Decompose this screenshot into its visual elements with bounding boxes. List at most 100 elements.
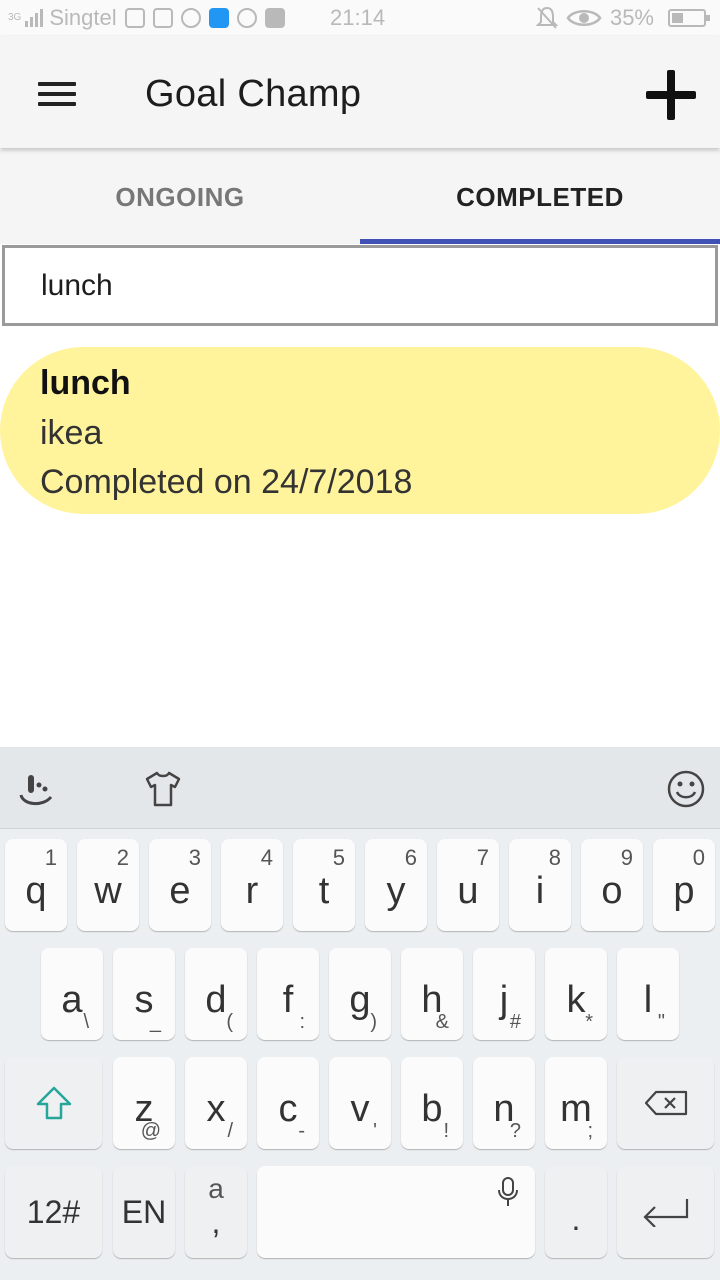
key-label: g xyxy=(349,979,371,1021)
goal-card[interactable]: lunch ikea Completed on 24/7/2018 xyxy=(0,347,720,514)
key-u[interactable]: u7 xyxy=(437,839,499,931)
key-secondary: 9 xyxy=(620,845,633,870)
enter-key[interactable] xyxy=(617,1166,714,1258)
key-label: r xyxy=(245,870,259,912)
goal-place: ikea xyxy=(40,414,103,452)
enter-icon xyxy=(643,1199,689,1227)
symbols-key[interactable]: 12# xyxy=(5,1166,102,1258)
key-secondary: 0 xyxy=(692,845,705,870)
key-secondary: / xyxy=(227,1120,233,1142)
key-label: m xyxy=(560,1088,592,1130)
key-b[interactable]: b! xyxy=(401,1057,463,1149)
key-n[interactable]: n? xyxy=(473,1057,535,1149)
gmail-icon xyxy=(124,8,145,28)
instagram-icon xyxy=(152,8,173,28)
comma-key-label: , xyxy=(211,1204,221,1240)
key-q[interactable]: q1 xyxy=(5,839,67,931)
language-key-label: EN xyxy=(121,1193,167,1230)
key-j[interactable]: j # xyxy=(473,948,535,1040)
key-secondary: _ xyxy=(149,1011,161,1033)
key-m[interactable]: m; xyxy=(545,1057,607,1149)
eye-icon xyxy=(566,10,602,26)
key-a[interactable]: a \ xyxy=(41,948,103,1040)
key-secondary: # xyxy=(509,1011,521,1033)
key-secondary: 4 xyxy=(260,845,273,870)
key-x[interactable]: x / xyxy=(185,1057,247,1149)
key-label: j xyxy=(499,979,509,1021)
key-label: f xyxy=(282,979,294,1021)
key-label: x xyxy=(206,1088,226,1130)
key-secondary: & xyxy=(435,1011,449,1033)
key-secondary: * xyxy=(585,1011,593,1033)
key-secondary: 8 xyxy=(548,845,561,870)
shift-key[interactable] xyxy=(5,1057,102,1149)
key-label: q xyxy=(25,870,47,912)
key-y[interactable]: y6 xyxy=(365,839,427,931)
key-v[interactable]: v ' xyxy=(329,1057,391,1149)
period-key-label: . xyxy=(571,1200,581,1237)
key-i[interactable]: i8 xyxy=(509,839,571,931)
app-screen: { "status_bar": { "signal_type": "3G", "… xyxy=(0,0,720,1280)
language-key[interactable]: EN xyxy=(113,1166,175,1258)
app-bar: Goal Champ xyxy=(0,36,720,148)
microphone-icon xyxy=(498,1177,518,1206)
comma-key[interactable]: a , xyxy=(185,1166,247,1258)
key-secondary: ? xyxy=(509,1120,521,1142)
key-w[interactable]: w2 xyxy=(77,839,139,931)
key-e[interactable]: e3 xyxy=(149,839,211,931)
soft-keyboard: q1w2e3r4t5y6u7i8o9p0 a \ s _ d(f: g) h & j # k * l " … xyxy=(0,747,720,1280)
key-label: c xyxy=(278,1088,298,1130)
clock: 21:14 xyxy=(330,5,386,30)
key-label: n xyxy=(493,1088,515,1130)
key-secondary: 5 xyxy=(332,845,345,870)
key-g[interactable]: g) xyxy=(329,948,391,1040)
signal-icon xyxy=(25,9,44,27)
key-secondary: 1 xyxy=(44,845,57,870)
key-d[interactable]: d( xyxy=(185,948,247,1040)
key-f[interactable]: f: xyxy=(257,948,319,1040)
message-icon xyxy=(208,8,229,28)
key-l[interactable]: l " xyxy=(617,948,679,1040)
key-label: p xyxy=(673,870,695,912)
key-label: u xyxy=(457,870,479,912)
key-c[interactable]: c- xyxy=(257,1057,319,1149)
key-label: b xyxy=(421,1088,443,1130)
key-p[interactable]: p0 xyxy=(653,839,715,931)
mute-icon xyxy=(535,6,558,29)
goal-title: lunch xyxy=(40,364,131,402)
key-h[interactable]: h & xyxy=(401,948,463,1040)
key-secondary: - xyxy=(298,1120,305,1142)
key-label: a xyxy=(61,979,83,1021)
key-label: o xyxy=(601,870,623,912)
key-t[interactable]: t5 xyxy=(293,839,355,931)
key-label: w xyxy=(94,870,122,912)
plus-icon[interactable] xyxy=(646,70,696,120)
touchpal-icon[interactable] xyxy=(15,769,55,809)
tshirt-theme-icon[interactable] xyxy=(143,769,183,809)
key-label: s xyxy=(134,979,154,1021)
shift-icon xyxy=(36,1086,72,1120)
key-secondary: ( xyxy=(226,1011,233,1033)
hamburger-menu-icon[interactable] xyxy=(38,82,76,106)
key-secondary: @ xyxy=(140,1120,161,1142)
emoji-icon[interactable] xyxy=(666,769,706,809)
key-secondary: ; xyxy=(587,1120,593,1142)
tab-bar: ONGOING COMPLETED xyxy=(0,150,720,244)
backspace-key[interactable] xyxy=(617,1057,714,1149)
key-secondary: ' xyxy=(373,1120,377,1142)
key-z[interactable]: z @ xyxy=(113,1057,175,1149)
backspace-icon xyxy=(644,1090,688,1116)
key-label: y xyxy=(386,870,406,912)
key-k[interactable]: k * xyxy=(545,948,607,1040)
space-key[interactable] xyxy=(257,1166,535,1258)
tab-ongoing[interactable]: ONGOING xyxy=(0,150,360,244)
key-s[interactable]: s _ xyxy=(113,948,175,1040)
key-label: v xyxy=(350,1088,370,1130)
network-type: 3G xyxy=(8,12,22,23)
shield-icon xyxy=(180,8,201,28)
tab-completed[interactable]: COMPLETED xyxy=(360,150,720,244)
search-input[interactable]: lunch xyxy=(2,245,718,326)
period-key[interactable]: . xyxy=(545,1166,607,1258)
key-o[interactable]: o9 xyxy=(581,839,643,931)
key-r[interactable]: r4 xyxy=(221,839,283,931)
